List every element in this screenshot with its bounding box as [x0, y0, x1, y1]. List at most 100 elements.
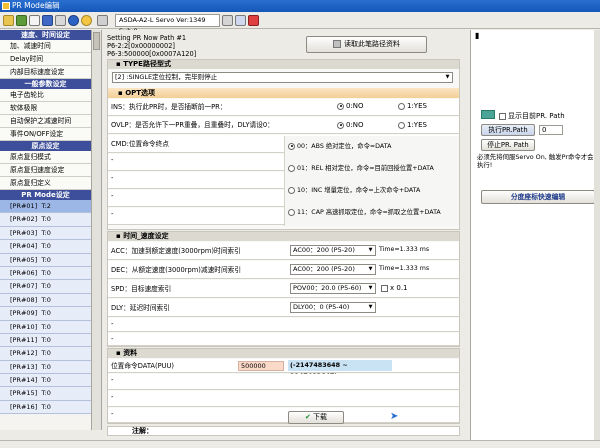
- ovlp-radio-no[interactable]: 0:NO: [337, 121, 364, 129]
- radio-selected-icon: [288, 142, 295, 150]
- dec-value: AC00：200 (P5-20): [293, 265, 355, 273]
- connect-icon[interactable]: [97, 15, 108, 26]
- settings-icon[interactable]: [222, 15, 233, 26]
- cmd-opt-rel[interactable]: 01：REL 相对定位，命令=目前回授位置+DATA: [288, 163, 458, 172]
- next-arrow-icon[interactable]: ➤: [390, 411, 401, 422]
- info-icon[interactable]: [81, 15, 92, 26]
- pr-path-row[interactable]: [PR#05] T:0: [0, 253, 91, 267]
- nav-item-homing-mode[interactable]: 原点复归模式: [0, 151, 91, 164]
- radio-icon: [288, 208, 295, 216]
- chevron-down-icon: ▼: [368, 285, 373, 291]
- dly-select[interactable]: DLY00：0 (P5-40) ▼: [290, 302, 376, 313]
- ins-radio-no[interactable]: 0:NO: [337, 102, 364, 110]
- acc-value: AC00：200 (P5-20): [293, 246, 355, 254]
- pr-path-row[interactable]: [PR#03] T:0: [0, 226, 91, 241]
- ovlp-radio-yes[interactable]: 1:YES: [398, 121, 427, 129]
- cmd-opt-abs-label: 00：ABS 绝对定位，命令=DATA: [297, 143, 392, 150]
- time-speed-section: ▪ 时间_速度设定 ACC：加速到额定速度(3000rpm)时间索引 AC00：…: [107, 231, 460, 347]
- ins-opt-no-label: 0:NO: [346, 102, 364, 110]
- stop-path-button[interactable]: 停止PR. Path: [481, 139, 535, 151]
- nav-item-accel-time[interactable]: 加、减速时间: [0, 40, 91, 53]
- nav-item-gear-ratio[interactable]: 电子齿轮比: [0, 89, 91, 102]
- ovlp-label: OVLP：是否允许下一PR重叠，且重叠时，DLY请设0：: [111, 121, 274, 129]
- pr-path-row[interactable]: [PR#14] T:0: [0, 374, 91, 388]
- pr-path-row[interactable]: [PR#13] T:0: [0, 360, 91, 375]
- time-header: ▪ 时间_速度设定: [108, 232, 459, 241]
- outer-scrollbar[interactable]: [594, 30, 600, 440]
- pr-path-row[interactable]: [PR#02] T:0: [0, 213, 91, 227]
- pr-path-row[interactable]: [PR#11] T:0: [0, 333, 91, 348]
- dec-label: DEC：从额定速度(3000rpm)减速时间索引: [111, 266, 242, 274]
- cmd-options: 00：ABS 绝对定位，命令=DATA 01：REL 相对定位，命令=目前回授位…: [284, 136, 459, 226]
- pr-path-row[interactable]: [PR#09] T:0: [0, 307, 91, 321]
- cmd-opt-cap[interactable]: 11：CAP 高速抓取定位，命令=抓取之位置+DATA: [288, 207, 458, 216]
- read-path-label: 读取此笔路径资料: [344, 40, 400, 48]
- cmd-opt-abs[interactable]: 00：ABS 绝对定位，命令=DATA: [288, 141, 458, 150]
- time-empty-row: -: [108, 333, 459, 346]
- acc-label: ACC：加速到额定速度(3000rpm)时间索引: [111, 247, 241, 255]
- spd-select[interactable]: POV00：20.0 (P5-60) ▼: [290, 283, 376, 294]
- data-empty-row: -: [108, 391, 459, 407]
- copy-icon[interactable]: [55, 15, 66, 26]
- open-folder-icon[interactable]: [3, 15, 14, 26]
- chevron-down-icon: ▼: [445, 74, 450, 80]
- pr-path-row[interactable]: [PR#16] T:0: [0, 400, 91, 415]
- nav-item-homing-speed[interactable]: 原点复归速度设定: [0, 164, 91, 177]
- pr-path-row[interactable]: [PR#07] T:0: [0, 280, 91, 294]
- cmd-label: CMD:位置命令终点: [111, 140, 169, 148]
- pr-path-row[interactable]: [PR#10] T:0: [0, 320, 91, 334]
- pr-path-row[interactable]: [PR#08] T:0: [0, 293, 91, 308]
- data-section: ▪ 资料 位置命令DATA(PUU) 500000 (-2147483648 ~…: [107, 348, 460, 424]
- quick-edit-button[interactable]: 分度座标快速编辑: [481, 190, 595, 204]
- nav-item-target-speed[interactable]: 内部目标速度设定: [0, 66, 91, 79]
- ovlp-opt-no-label: 0:NO: [346, 121, 364, 129]
- exec-path-input[interactable]: 0: [539, 125, 563, 135]
- monitor-icon[interactable]: [235, 15, 246, 26]
- pr-path-row[interactable]: [PR#06] T:0: [0, 266, 91, 281]
- checkbox-icon: [499, 112, 506, 120]
- open-file-icon[interactable]: [16, 15, 27, 26]
- dec-select[interactable]: AC00：200 (P5-20) ▼: [290, 264, 376, 275]
- scroll-thumb[interactable]: [93, 32, 100, 50]
- nav-scrollbar[interactable]: [92, 30, 102, 430]
- pos-label: 位置命令DATA(PUU): [111, 362, 175, 370]
- nav-category: PR Mode设定: [0, 190, 91, 200]
- warning-text: 必须先将伺服Servo On, 触发Pr命令才会执行!: [477, 153, 594, 169]
- type-select-value: [2] :SINGLE定位控制，完毕则停止: [115, 73, 218, 81]
- cmd-opt-inc[interactable]: 10：INC 增量定位，命令=上次命令+DATA: [288, 185, 458, 194]
- download-button[interactable]: ✔ 下载: [288, 411, 344, 424]
- data-empty-row: -: [108, 374, 459, 390]
- pr-path-row[interactable]: [PR#15] T:0: [0, 387, 91, 401]
- nav-item-soft-limit[interactable]: 软体极限: [0, 102, 91, 115]
- exec-path-button[interactable]: 执行PR.Path: [481, 124, 535, 136]
- note-label: 注解：: [132, 427, 153, 435]
- new-file-icon[interactable]: [29, 15, 40, 26]
- spd-x01-checkbox[interactable]: x 0.1: [381, 284, 408, 292]
- nav-item-protect-decel[interactable]: 自动保护之减速时间: [0, 115, 91, 128]
- read-path-button[interactable]: 读取此笔路径资料: [306, 36, 427, 53]
- save-icon[interactable]: [42, 15, 53, 26]
- show-path-checkbox[interactable]: 显示目前PR. Path: [499, 111, 565, 121]
- radio-selected-icon: [337, 102, 344, 110]
- pr-path-row[interactable]: [PR#04] T:0: [0, 240, 91, 254]
- left-navigation: 速度、时间设定 加、减速时间 Delay时间 内部目标速度设定 一般参数设定 电…: [0, 30, 92, 430]
- chevron-down-icon: ▼: [368, 304, 373, 310]
- nav-item-event[interactable]: 事件ON/OFF设定: [0, 128, 91, 141]
- pos-value-field[interactable]: 500000: [238, 361, 284, 371]
- note-field[interactable]: 注解：: [107, 426, 460, 436]
- cmd-opt-cap-label: 11：CAP 高速抓取定位，命令=抓取之位置+DATA: [297, 209, 441, 216]
- stop-icon[interactable]: [248, 15, 259, 26]
- cmd-opt-rel-label: 01：REL 相对定位，命令=目前回授位置+DATA: [297, 165, 434, 172]
- nav-item-homing-define[interactable]: 原点复归定义: [0, 177, 91, 190]
- help-icon[interactable]: [68, 15, 79, 26]
- pr-path-row[interactable]: [PR#12] T:0: [0, 347, 91, 361]
- ins-opt-yes-label: 1:YES: [407, 102, 427, 110]
- ins-radio-yes[interactable]: 1:YES: [398, 102, 427, 110]
- nav-item-delay-time[interactable]: Delay时间: [0, 53, 91, 66]
- acc-select[interactable]: AC00：200 (P5-20) ▼: [290, 245, 376, 256]
- data-header: ▪ 资料: [108, 349, 459, 358]
- opt-header-label: OPT选项: [125, 89, 156, 97]
- pr-path-row[interactable]: [PR#01] T:2: [0, 200, 91, 214]
- dec-time: Time=1.333 ms: [379, 265, 430, 272]
- type-select[interactable]: [2] :SINGLE定位控制，完毕则停止 ▼: [112, 72, 453, 83]
